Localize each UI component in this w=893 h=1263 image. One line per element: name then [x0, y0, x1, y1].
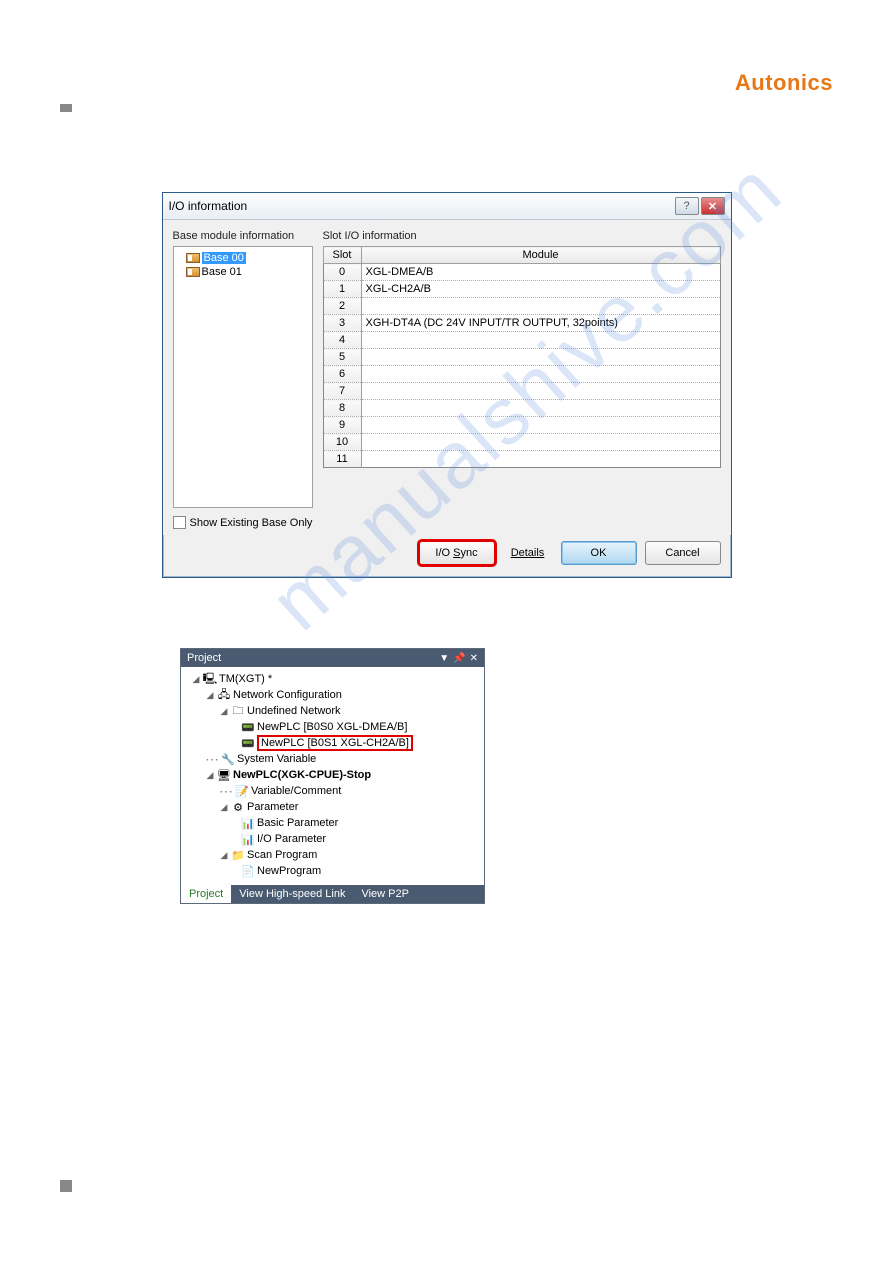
module-icon — [186, 267, 200, 277]
tab-p2p[interactable]: View P2P — [353, 885, 417, 903]
cell-module — [361, 451, 720, 468]
cell-slot: 3 — [323, 315, 361, 332]
io-information-dialog: I/O information ? ✕ Base module informat… — [162, 192, 732, 578]
program-icon: 📁 — [231, 849, 245, 862]
io-sync-button[interactable]: I/O Sync — [419, 541, 495, 565]
tab-project[interactable]: Project — [181, 885, 231, 903]
device-icon: 📟 — [241, 721, 255, 734]
cell-module — [361, 417, 720, 434]
tree-node-newprog[interactable]: 📄NewProgram — [183, 863, 482, 879]
table-row[interactable]: 7 — [323, 383, 720, 400]
project-icon: 🖳 — [203, 670, 217, 689]
cell-module: XGL-CH2A/B — [361, 281, 720, 298]
tree-node-sysvar[interactable]: ⋯🔧System Variable — [183, 751, 482, 767]
project-panel-titlebar[interactable]: Project ▼ 📌 ✕ — [181, 649, 484, 667]
tree-node-basicparam[interactable]: 📊Basic Parameter — [183, 815, 482, 831]
dialog-title: I/O information — [169, 199, 675, 213]
table-row[interactable]: 11 — [323, 451, 720, 468]
base-module-tree[interactable]: Base 00 Base 01 — [173, 246, 313, 508]
tree-item-label: Base 00 — [202, 252, 246, 264]
cell-slot: 5 — [323, 349, 361, 366]
table-row[interactable]: 9 — [323, 417, 720, 434]
device-icon: 📟 — [241, 737, 255, 750]
help-button[interactable]: ? — [675, 197, 699, 215]
comment-icon: 📝 — [235, 785, 249, 798]
table-row[interactable]: 10 — [323, 434, 720, 451]
cell-module — [361, 332, 720, 349]
param-icon: 📊 — [241, 833, 255, 846]
cell-slot: 6 — [323, 366, 361, 383]
parameter-icon: ⚙ — [231, 801, 245, 814]
project-panel-title: Project — [187, 652, 439, 664]
cell-slot: 1 — [323, 281, 361, 298]
dialog-titlebar[interactable]: I/O information ? ✕ — [163, 193, 731, 220]
slot-io-label: Slot I/O information — [323, 230, 721, 242]
tree-node-ioparam[interactable]: 📊I/O Parameter — [183, 831, 482, 847]
cell-slot: 8 — [323, 400, 361, 417]
details-button[interactable]: Details — [503, 541, 553, 565]
cell-slot: 9 — [323, 417, 361, 434]
brand-logo: Autonics — [60, 70, 833, 96]
cancel-button[interactable]: Cancel — [645, 541, 721, 565]
table-row[interactable]: 2 — [323, 298, 720, 315]
cell-module — [361, 434, 720, 451]
ok-button[interactable]: OK — [561, 541, 637, 565]
cell-module — [361, 383, 720, 400]
cell-slot: 0 — [323, 264, 361, 281]
module-icon — [186, 253, 200, 263]
table-row[interactable]: 3XGH-DT4A (DC 24V INPUT/TR OUTPUT, 32poi… — [323, 315, 720, 332]
cell-slot: 10 — [323, 434, 361, 451]
tree-node-scanprog[interactable]: ◢📁Scan Program — [183, 847, 482, 863]
cell-module — [361, 400, 720, 417]
cell-module: XGH-DT4A (DC 24V INPUT/TR OUTPUT, 32poin… — [361, 315, 720, 332]
tree-node-network-config[interactable]: ◢🖧Network Configuration — [183, 687, 482, 703]
cell-slot: 4 — [323, 332, 361, 349]
table-row[interactable]: 4 — [323, 332, 720, 349]
base-module-label: Base module information — [173, 230, 313, 242]
project-tabs: Project View High-speed Link View P2P — [181, 885, 484, 903]
header-accent — [60, 104, 72, 112]
close-icon[interactable]: ✕ — [470, 653, 478, 664]
col-module[interactable]: Module — [361, 247, 720, 264]
cell-slot: 2 — [323, 298, 361, 315]
tree-node-parameter[interactable]: ◢⚙Parameter — [183, 799, 482, 815]
project-tree[interactable]: ◢🖳TM(XGT) * ◢🖧Network Configuration ◢🗀Un… — [181, 667, 484, 885]
plc-icon: 🖥 — [217, 769, 231, 782]
table-row[interactable]: 8 — [323, 400, 720, 417]
cell-module — [361, 349, 720, 366]
param-icon: 📊 — [241, 817, 255, 830]
pin-icon[interactable]: 📌 — [453, 653, 465, 664]
dropdown-icon[interactable]: ▼ — [439, 653, 449, 664]
col-slot[interactable]: Slot — [323, 247, 361, 264]
slot-io-table[interactable]: Slot Module 0XGL-DMEA/B 1XGL-CH2A/B 2 3X… — [323, 246, 721, 468]
folder-icon: 🗀 — [231, 702, 245, 721]
tree-item-base-01[interactable]: Base 01 — [176, 265, 310, 279]
footer-accent — [60, 1180, 72, 1192]
show-existing-label: Show Existing Base Only — [190, 517, 313, 529]
cell-slot: 11 — [323, 451, 361, 468]
table-row[interactable]: 5 — [323, 349, 720, 366]
network-icon: 🖧 — [217, 686, 231, 705]
cell-module: XGL-DMEA/B — [361, 264, 720, 281]
tree-item-base-00[interactable]: Base 00 — [176, 251, 310, 265]
close-button[interactable]: ✕ — [701, 197, 725, 215]
cell-module — [361, 366, 720, 383]
cell-slot: 7 — [323, 383, 361, 400]
table-row[interactable]: 1XGL-CH2A/B — [323, 281, 720, 298]
table-row[interactable]: 6 — [323, 366, 720, 383]
tree-node-undefined-network[interactable]: ◢🗀Undefined Network — [183, 703, 482, 719]
tree-node-plc0[interactable]: 📟NewPLC [B0S0 XGL-DMEA/B] — [183, 719, 482, 735]
project-panel: Project ▼ 📌 ✕ ◢🖳TM(XGT) * ◢🖧Network Conf… — [180, 648, 485, 904]
tab-highspeed-link[interactable]: View High-speed Link — [231, 885, 353, 903]
tree-node-newplc[interactable]: ◢🖥NewPLC(XGK-CPUE)-Stop — [183, 767, 482, 783]
show-existing-checkbox[interactable] — [173, 516, 186, 529]
table-row[interactable]: 0XGL-DMEA/B — [323, 264, 720, 281]
tree-node-plc1[interactable]: 📟NewPLC [B0S1 XGL-CH2A/B] — [183, 735, 482, 751]
cell-module — [361, 298, 720, 315]
tree-node-varcomment[interactable]: ⋯📝Variable/Comment — [183, 783, 482, 799]
file-icon: 📄 — [241, 865, 255, 878]
variable-icon: 🔧 — [221, 753, 235, 766]
tree-item-label: Base 01 — [202, 266, 242, 278]
